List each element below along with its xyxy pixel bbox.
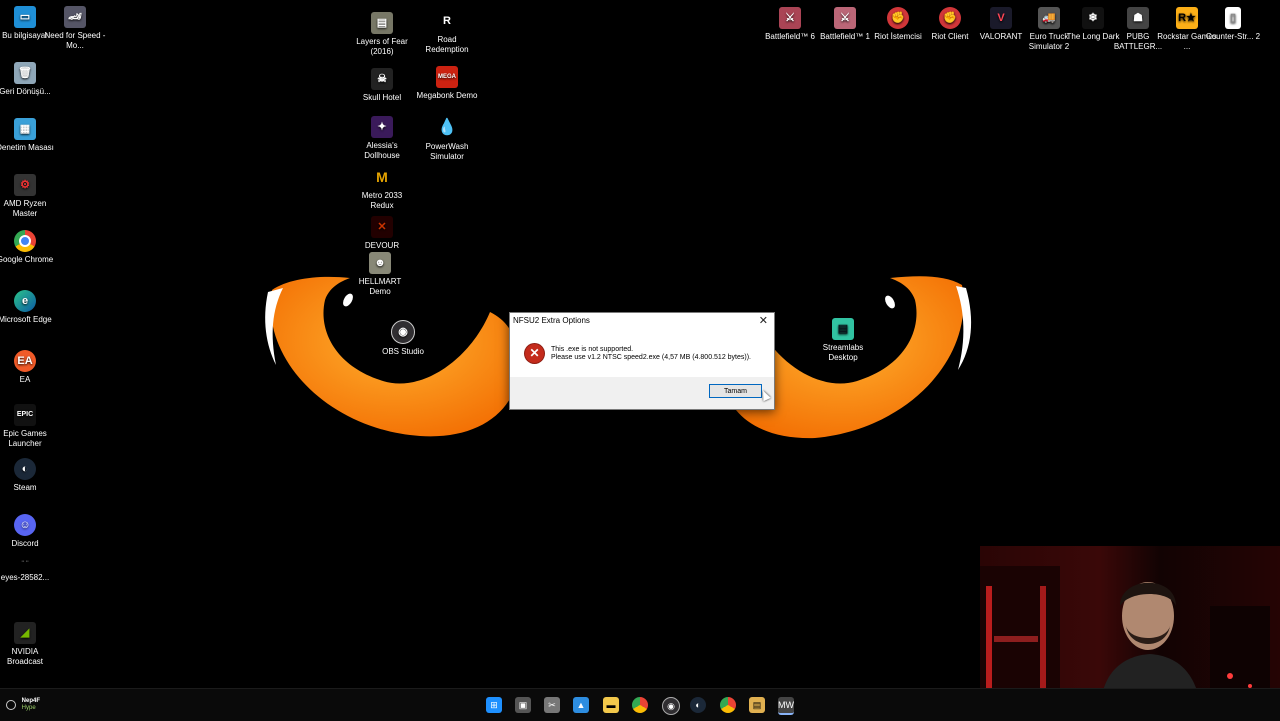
layers-of-fear-icon: ▤ xyxy=(371,12,393,34)
windows-start-icon[interactable]: ⊞ xyxy=(486,697,502,713)
dialog-body: ✕ This .exe is not supported. Please use… xyxy=(510,329,774,377)
riot-icon: ✊ xyxy=(887,7,909,29)
road-redemption-icon: R xyxy=(436,10,458,32)
dialog-footer: Tamam xyxy=(510,377,774,407)
steam-taskbar-icon[interactable]: ◐ xyxy=(690,697,706,713)
widget-icon xyxy=(6,700,16,710)
devour-icon: ✕ xyxy=(371,216,393,238)
rockstar-icon: R★ xyxy=(1176,7,1198,29)
photos-icon[interactable]: ▲ xyxy=(573,697,589,713)
file-explorer-icon[interactable]: ▬ xyxy=(603,697,619,713)
desktop-icon-amd-ryzen-master[interactable]: ⚙ AMD Ryzen Master xyxy=(0,174,57,219)
control-panel-icon: ▦ xyxy=(14,118,36,140)
dollhouse-icon: ✦ xyxy=(371,116,393,138)
recycle-bin-icon: 🗑 xyxy=(14,62,36,84)
app-taskbar-icon[interactable]: ▤ xyxy=(749,697,765,713)
truck-icon: 🚚 xyxy=(1038,7,1060,29)
nfs-game-icon: 🏎 xyxy=(64,6,86,28)
desktop-icon-need-for-speed[interactable]: 🏎 Need for Speed - Mo... xyxy=(43,6,107,51)
dialog-title: NFSU2 Extra Options xyxy=(513,316,590,325)
amd-ryzen-icon: ⚙ xyxy=(14,174,36,196)
obs-taskbar-icon[interactable]: ◉ xyxy=(662,697,680,715)
file-shortcut-icon: ▯ xyxy=(1225,7,1241,29)
mouse-cursor-icon xyxy=(759,388,771,402)
powerwash-icon: 💧 xyxy=(437,119,457,136)
monitor-icon: ▭ xyxy=(14,6,36,28)
desktop-icon-devour[interactable]: ✕ DEVOUR xyxy=(350,216,414,251)
widget-title: Nep4F xyxy=(21,698,41,704)
desktop-icon-streamlabs[interactable]: ▤ Streamlabs Desktop xyxy=(811,318,875,363)
pubg-icon: ☗ xyxy=(1127,7,1149,29)
desktop-icon-layers-of-fear[interactable]: ▤ Layers of Fear (2016) xyxy=(350,12,414,57)
close-icon[interactable]: ✕ xyxy=(759,313,768,329)
widget-subtitle: Hype xyxy=(21,705,36,711)
ok-button[interactable]: Tamam xyxy=(709,384,762,398)
dialog-message: This .exe is not supported. Please use v… xyxy=(551,346,751,362)
battlefield-6-icon: ⚔ xyxy=(779,7,801,29)
snipping-tool-icon[interactable]: ✂ xyxy=(544,697,560,713)
desktop-icon-ea[interactable]: EA EA xyxy=(0,350,57,385)
desktop-icon-road-redemption[interactable]: R Road Redemption xyxy=(415,10,479,55)
desktop-icon-counter-strike-2[interactable]: ▯ Counter-Str... 2 xyxy=(1201,7,1265,42)
valorant-icon: V xyxy=(990,7,1012,29)
desktop-icon-powerwash[interactable]: 💧 PowerWash Simulator xyxy=(415,117,479,162)
desktop-icon-recycle-bin[interactable]: 🗑 Geri Dönüşü... xyxy=(0,62,57,97)
edge-icon: e xyxy=(14,290,36,312)
taskbar: Nep4F Hype ⊞ ▣ ✂ ▲ ▬ ◉ ◐ ▤ MW xyxy=(0,688,1280,721)
desktop-icon-obs-studio[interactable]: ◉ OBS Studio xyxy=(371,320,435,357)
desktop-icon-alessias-dollhouse[interactable]: ✦ Alessia's Dollhouse xyxy=(350,116,414,161)
nvidia-icon: ◢ xyxy=(14,622,36,644)
ea-icon: EA xyxy=(14,350,36,372)
steam-icon: ◐ xyxy=(14,458,36,480)
desktop-icon-control-panel[interactable]: ▦ Denetim Masası xyxy=(0,118,57,153)
skull-hotel-icon: ☠ xyxy=(371,68,393,90)
megabonk-icon: MEGA xyxy=(436,66,458,88)
streamlabs-icon: ▤ xyxy=(832,318,854,340)
file-icon: ¨ ¨ xyxy=(21,561,29,568)
epic-games-icon: EPIC xyxy=(14,404,36,426)
desktop-icon-hellmart[interactable]: ☻ HELLMART Demo xyxy=(348,252,412,297)
long-dark-icon: ❄ xyxy=(1082,7,1104,29)
nfs-taskbar-icon[interactable]: MW xyxy=(778,697,794,715)
task-view-icon[interactable]: ▣ xyxy=(515,697,531,713)
obs-icon: ◉ xyxy=(391,320,415,344)
error-dialog: NFSU2 Extra Options ✕ ✕ This .exe is not… xyxy=(509,312,775,410)
chrome-icon xyxy=(14,230,36,252)
desktop-icon-google-chrome[interactable]: Google Chrome xyxy=(0,230,57,265)
desktop-icon-skull-hotel[interactable]: ☠ Skull Hotel xyxy=(350,68,414,103)
desktop-icon-metro-2033[interactable]: M Metro 2033 Redux xyxy=(350,166,414,211)
desktop-icon-microsoft-edge[interactable]: e Microsoft Edge xyxy=(0,290,57,325)
desktop-icon-discord[interactable]: ☺ Discord xyxy=(0,514,57,549)
dialog-titlebar[interactable]: NFSU2 Extra Options ✕ xyxy=(510,313,774,329)
dialog-message-line2: Please use v1.2 NTSC speed2.exe (4,57 MB… xyxy=(551,354,751,361)
desktop-icon-nvidia-broadcast[interactable]: ◢ NVIDIA Broadcast xyxy=(0,622,57,667)
discord-icon: ☺ xyxy=(14,514,36,536)
metro-icon: M xyxy=(371,166,393,188)
riot-client-icon: ✊ xyxy=(939,7,961,29)
chrome-taskbar-icon[interactable] xyxy=(632,697,648,713)
desktop-icon-steam[interactable]: ◐ Steam xyxy=(0,458,57,493)
desktop-icon-megabonk[interactable]: MEGA Megabonk Demo xyxy=(415,66,479,101)
hellmart-icon: ☻ xyxy=(369,252,391,274)
error-icon: ✕ xyxy=(525,344,544,363)
taskbar-widget[interactable]: Nep4F Hype xyxy=(6,698,40,712)
desktop-icon-epic-games[interactable]: EPIC Epic Games Launcher xyxy=(0,404,57,449)
battlefield-1-icon: ⚔ xyxy=(834,7,856,29)
dialog-message-line1: This .exe is not supported. xyxy=(551,346,634,353)
desktop-icon-eyes-file[interactable]: ¨ ¨ eyes-28582... xyxy=(0,560,57,583)
chrome-profile-taskbar-icon[interactable] xyxy=(720,697,736,713)
